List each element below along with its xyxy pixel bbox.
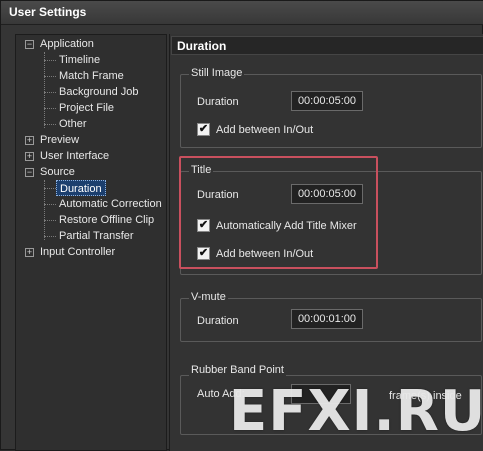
tree-item-automatic-correction[interactable]: Automatic Correction xyxy=(59,196,162,212)
tree-line xyxy=(44,76,56,77)
tree-line xyxy=(44,52,45,128)
tree-line xyxy=(44,180,45,240)
collapse-icon[interactable]: − xyxy=(25,168,34,177)
window-title: User Settings xyxy=(1,1,483,25)
tree-item-duration[interactable]: Duration xyxy=(56,180,106,196)
still-image-title: Still Image xyxy=(189,67,245,79)
vmute-duration-field[interactable]: 00:00:01:00 xyxy=(291,309,363,329)
expand-icon[interactable]: + xyxy=(25,152,34,161)
tree-item-restore-offline-clip[interactable]: Restore Offline Clip xyxy=(59,212,154,228)
vmute-title: V-mute xyxy=(189,291,228,303)
tree-item-application[interactable]: Application xyxy=(40,36,94,52)
tree-item-partial-transfer[interactable]: Partial Transfer xyxy=(59,228,134,244)
still-image-group xyxy=(180,74,482,148)
tree-item-timeline[interactable]: Timeline xyxy=(59,52,100,68)
collapse-icon[interactable]: − xyxy=(25,40,34,49)
tree-line xyxy=(44,108,56,109)
vmute-duration-label: Duration xyxy=(197,315,239,327)
settings-tree[interactable]: − Application Timeline Match Frame Backg… xyxy=(15,34,167,451)
still-image-duration-field[interactable]: 00:00:05:00 xyxy=(291,91,363,111)
tree-line xyxy=(44,124,56,125)
highlight-box xyxy=(179,156,378,269)
tree-item-other[interactable]: Other xyxy=(59,116,87,132)
tree-item-source[interactable]: Source xyxy=(40,164,75,180)
tree-item-user-interface[interactable]: User Interface xyxy=(40,148,109,164)
still-image-add-between-label: Add between In/Out xyxy=(216,124,314,136)
tree-line xyxy=(44,236,56,237)
still-image-duration-label: Duration xyxy=(197,96,239,108)
tree-line xyxy=(44,220,56,221)
tree-item-match-frame[interactable]: Match Frame xyxy=(59,68,124,84)
watermark-logo: EFXI.RU xyxy=(229,379,483,444)
user-settings-window: User Settings − Application Timeline Mat… xyxy=(0,0,483,451)
tree-item-background-job[interactable]: Background Job xyxy=(59,84,139,100)
tree-line xyxy=(44,204,56,205)
tree-line xyxy=(44,92,56,93)
tree-line xyxy=(44,188,56,189)
expand-icon[interactable]: + xyxy=(25,248,34,257)
tree-item-preview[interactable]: Preview xyxy=(40,132,79,148)
tree-item-project-file[interactable]: Project File xyxy=(59,100,114,116)
still-image-add-between-checkbox[interactable]: ✔ xyxy=(197,123,210,136)
panel-header: Duration xyxy=(171,36,483,55)
expand-icon[interactable]: + xyxy=(25,136,34,145)
tree-line xyxy=(44,60,56,61)
rubber-band-title: Rubber Band Point xyxy=(189,364,286,376)
tree-item-input-controller[interactable]: Input Controller xyxy=(40,244,115,260)
